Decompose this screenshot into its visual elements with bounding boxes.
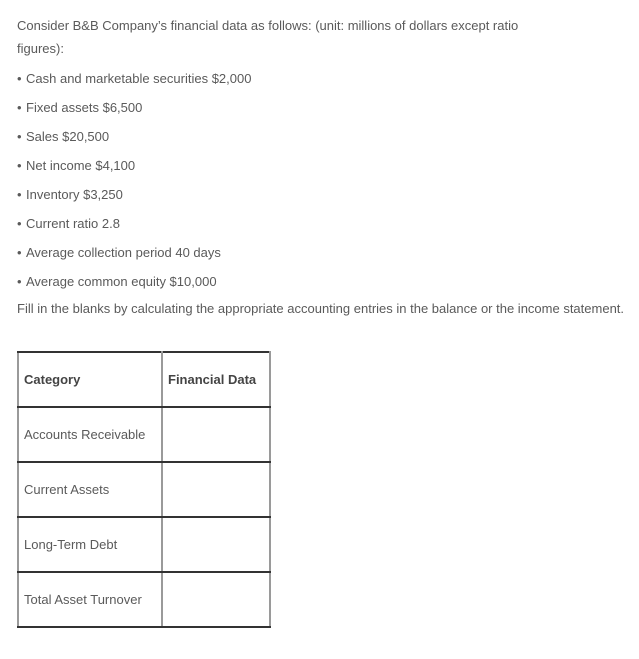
list-item: • Fixed assets $6,500 xyxy=(17,93,627,122)
header-financial-data: Financial Data xyxy=(161,351,271,408)
value-cell[interactable] xyxy=(161,406,271,463)
bullet-icon: • xyxy=(17,216,22,231)
problem-text: Consider B&B Company’s financial data as… xyxy=(17,14,627,320)
category-cell: Accounts Receivable xyxy=(17,406,163,463)
value-cell[interactable] xyxy=(161,571,271,628)
intro-paragraph: Consider B&B Company’s financial data as… xyxy=(17,18,519,56)
table-header-row: Category Financial Data xyxy=(17,351,271,408)
list-item: • Sales $20,500 xyxy=(17,122,627,151)
table-row: Accounts Receivable xyxy=(17,406,271,463)
list-item: • Inventory $3,250 xyxy=(17,180,627,209)
list-item: • Current ratio 2.8 xyxy=(17,209,627,238)
bullet-icon: • xyxy=(17,71,22,86)
category-cell: Total Asset Turnover xyxy=(17,571,163,628)
answer-table: Category Financial Data Accounts Receiva… xyxy=(17,351,271,628)
bullet-icon: • xyxy=(17,129,22,144)
bullet-icon: • xyxy=(17,274,22,289)
category-cell: Long-Term Debt xyxy=(17,516,163,573)
list-item: • Net income $4,100 xyxy=(17,151,627,180)
table-row: Total Asset Turnover xyxy=(17,571,271,628)
value-cell[interactable] xyxy=(161,461,271,518)
table-row: Current Assets xyxy=(17,461,271,518)
header-category: Category xyxy=(17,351,163,408)
bullet-icon: • xyxy=(17,100,22,115)
instruction-paragraph: Fill in the blanks by calculating the ap… xyxy=(17,301,625,316)
list-item: • Average collection period 40 days xyxy=(17,238,627,267)
bullet-icon: • xyxy=(17,245,22,260)
value-cell[interactable] xyxy=(161,516,271,573)
given-data-list: • Cash and marketable securities $2,000 •… xyxy=(17,64,627,296)
table-row: Long-Term Debt xyxy=(17,516,271,573)
category-cell: Current Assets xyxy=(17,461,163,518)
bullet-icon: • xyxy=(17,187,22,202)
list-item: • Average common equity $10,000 xyxy=(17,267,627,296)
bullet-icon: • xyxy=(17,158,22,173)
list-item: • Cash and marketable securities $2,000 xyxy=(17,64,627,93)
